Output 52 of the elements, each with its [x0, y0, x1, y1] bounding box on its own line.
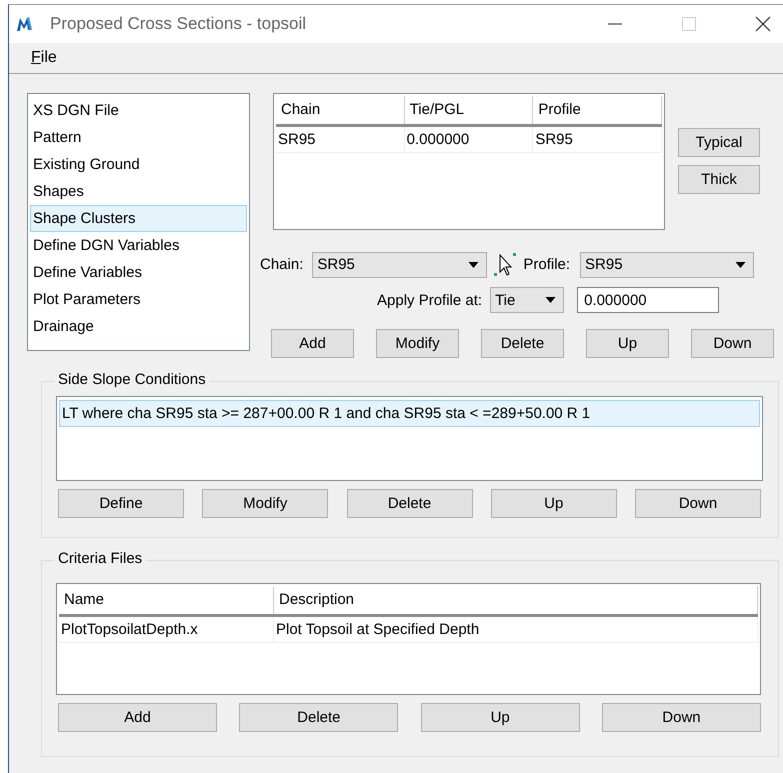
list-item[interactable]: LT where cha SR95 sta >= 287+00.00 R 1 and cha SR95 sta < =289+50.00 R 1 [59, 400, 760, 427]
table-cell: SR95 [533, 127, 662, 152]
condition-button[interactable]: Delete [346, 489, 472, 518]
apply-at-dropdown[interactable]: Tie [490, 287, 564, 313]
column-header[interactable]: Chain [276, 96, 405, 124]
chain-label: Chain: [260, 256, 304, 273]
list-item[interactable]: Pattern [30, 124, 247, 151]
list-item[interactable]: Define Variables [30, 259, 247, 286]
chain-button[interactable]: Up [586, 329, 669, 358]
apply-profile-label: Apply Profile at: [377, 292, 482, 308]
app-logo-icon [16, 16, 34, 32]
criteria-button[interactable]: Add [58, 703, 217, 732]
list-item[interactable]: XS DGN File [30, 97, 247, 124]
chain-button[interactable]: Delete [481, 329, 564, 358]
list-item[interactable]: Plot Parameters [30, 286, 247, 313]
table-cell: Plot Topsoil at Specified Depth [274, 617, 758, 642]
menu-item[interactable]: File [31, 49, 57, 67]
criteria-button[interactable]: Delete [239, 703, 398, 732]
list-item[interactable]: Drainage [30, 313, 247, 340]
list-item[interactable]: Shape Clusters [30, 205, 247, 232]
caret-icon [545, 297, 556, 303]
column-header[interactable]: Description [274, 586, 758, 614]
table-cell: 0.000000 [404, 127, 534, 152]
criteria-button[interactable]: Up [420, 703, 580, 732]
pointer-icon [492, 252, 518, 278]
condition-button[interactable]: Modify [202, 489, 328, 518]
column-header[interactable]: Name [59, 586, 274, 614]
offset-field[interactable]: 0.000000 [577, 287, 720, 313]
table-cell: PlotTopsoilatDepth.x [59, 617, 274, 642]
chain-button[interactable]: Down [691, 329, 774, 358]
chain-button[interactable]: Add [271, 329, 354, 358]
side-button[interactable]: Thick [678, 165, 760, 194]
chain-button[interactable]: Modify [376, 329, 459, 358]
condition-button[interactable]: Down [635, 489, 761, 518]
window-title: Proposed Cross Sections - topsoil [50, 14, 306, 34]
group-title: Side Slope Conditions [54, 371, 210, 388]
profile-label: Profile: [523, 256, 570, 273]
side-button[interactable]: Typical [678, 128, 760, 157]
column-header[interactable]: Profile [533, 96, 662, 124]
condition-button[interactable]: Define [58, 489, 184, 518]
profile-dropdown[interactable]: SR95 [580, 252, 754, 278]
chain-dropdown[interactable]: SR95 [312, 252, 488, 278]
caret-icon [468, 262, 480, 268]
close-icon[interactable] [755, 16, 771, 32]
list-item[interactable]: Shapes [30, 178, 247, 205]
column-header[interactable]: Tie/PGL [404, 96, 534, 124]
list-item[interactable]: Existing Ground [30, 151, 247, 178]
criteria-button[interactable]: Down [602, 703, 761, 732]
caret-icon [735, 262, 746, 268]
list-item[interactable]: Define DGN Variables [30, 232, 247, 259]
condition-button[interactable]: Up [490, 489, 617, 518]
table-cell: SR95 [276, 127, 405, 152]
